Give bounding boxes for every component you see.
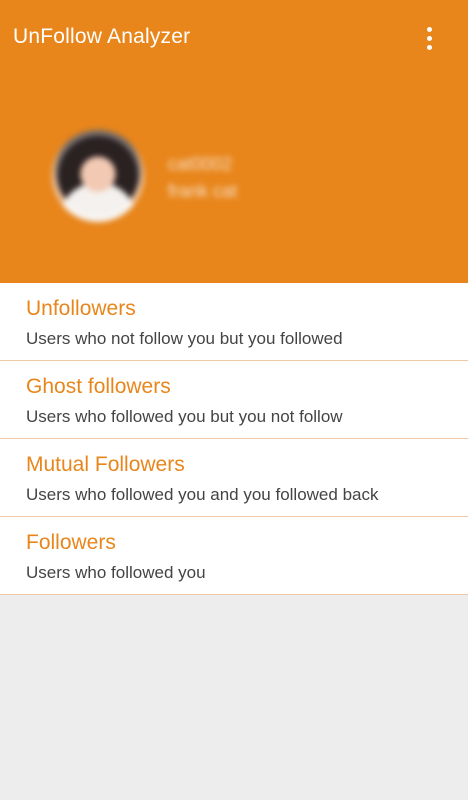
- menu-item-title: Unfollowers: [26, 297, 136, 320]
- menu-item-title: Followers: [26, 531, 116, 554]
- menu-item-description: Users who not follow you but you followe…: [26, 329, 343, 348]
- avatar-ring: [52, 130, 144, 222]
- menu-item-description: Users who followed you and you followed …: [26, 485, 379, 504]
- menu-item-description: Users who followed you: [26, 563, 206, 582]
- menu-item-description: Users who followed you but you not follo…: [26, 407, 343, 426]
- overflow-dot: [426, 44, 432, 50]
- app-title: UnFollow Analyzer: [13, 25, 191, 48]
- menu-item-ghost-followers[interactable]: Ghost followers Users who followed you b…: [0, 361, 468, 439]
- menu-list: Unfollowers Users who not follow you but…: [0, 283, 468, 595]
- menu-item-unfollowers[interactable]: Unfollowers Users who not follow you but…: [0, 283, 468, 361]
- user-full-name: frank cat: [168, 181, 238, 201]
- menu-item-title: Mutual Followers: [26, 453, 185, 476]
- menu-item-title: Ghost followers: [26, 375, 171, 398]
- menu-item-followers[interactable]: Followers Users who followed you: [0, 517, 468, 595]
- more-vert-icon[interactable]: [416, 22, 442, 54]
- overflow-dot: [426, 35, 432, 41]
- username: cat0002: [168, 154, 233, 174]
- profile-header: UnFollow Analyzer cat0002 frank cat: [0, 0, 468, 283]
- menu-item-mutual-followers[interactable]: Mutual Followers Users who followed you …: [0, 439, 468, 517]
- overflow-dot: [426, 26, 432, 32]
- avatar[interactable]: [52, 130, 144, 222]
